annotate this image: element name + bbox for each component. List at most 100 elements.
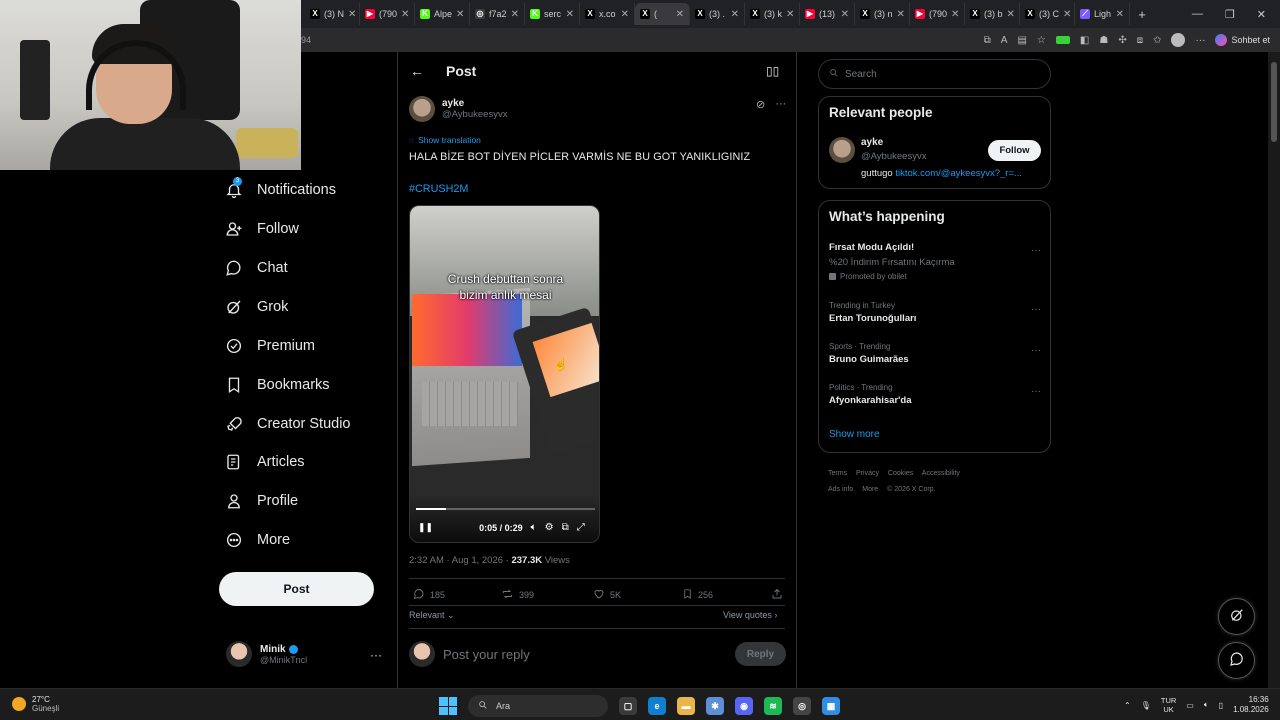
obs-icon[interactable]: ◎	[793, 697, 811, 715]
follow-button[interactable]: Follow	[988, 140, 1041, 161]
tab-close-icon[interactable]: ✕	[348, 9, 356, 20]
spotify-icon[interactable]: ≋	[764, 697, 782, 715]
discord-icon[interactable]: ◉	[735, 697, 753, 715]
task-view-icon[interactable]: ▢	[619, 697, 637, 715]
pip-icon[interactable]: ⧉	[562, 522, 569, 533]
new-tab-button[interactable]: +	[1130, 3, 1154, 25]
show-translation-link[interactable]: ◌ Show translation	[409, 135, 481, 145]
footer-ads-info[interactable]: Ads info	[828, 486, 853, 493]
nav-notifications[interactable]: 3 Notifications	[225, 177, 336, 199]
browser-tab[interactable]: X (✕	[635, 3, 690, 25]
tab-close-icon[interactable]: ✕	[731, 9, 739, 20]
account-switcher[interactable]: Minik @MinikTncl	[226, 641, 307, 667]
trend-item[interactable]: Politics · Trending Afyonkarahisar'da ··…	[829, 383, 1041, 406]
post-author[interactable]: ayke @Aybukeesyvx	[409, 96, 507, 122]
nav-creator-studio[interactable]: Creator Studio	[225, 415, 351, 433]
nav-follow[interactable]: Follow	[225, 220, 299, 238]
profile-avatar[interactable]	[1171, 33, 1186, 47]
browser-tab[interactable]: ⟋ Ligh ✕	[1075, 3, 1130, 25]
tab-close-icon[interactable]: ✕	[1007, 9, 1015, 20]
volume-icon[interactable]: 🔈︎	[531, 522, 537, 533]
tab-close-icon[interactable]: ✕	[951, 9, 959, 20]
reader-icon[interactable]: ▤	[1017, 35, 1026, 46]
app-blue-icon[interactable]: ▦	[822, 697, 840, 715]
browser-tab[interactable]: ▶ (790 ✕	[360, 3, 415, 25]
favorite-star-icon[interactable]: ☆	[1037, 35, 1046, 46]
browser-menu-icon[interactable]: ···	[1195, 35, 1205, 46]
post-more-icon[interactable]: ···	[775, 98, 786, 111]
favorites-icon[interactable]: ✩	[1153, 35, 1161, 46]
bookmark-action[interactable]: 256	[682, 588, 713, 602]
clock[interactable]: 16:36 1.08.2026	[1233, 695, 1269, 715]
windows-start-icon[interactable]	[439, 697, 457, 715]
reader-mode-icon[interactable]: ▯▯	[766, 64, 779, 78]
post-timestamp[interactable]: 2:32 AM · Aug 1, 2026 ·	[409, 555, 511, 566]
app-gear-icon[interactable]: ✱	[706, 697, 724, 715]
author-name[interactable]: ayke	[442, 98, 507, 109]
trend-more-icon[interactable]: ···	[1031, 386, 1041, 397]
taskbar-search[interactable]: Ara	[468, 695, 608, 717]
reply-button[interactable]: Reply	[735, 642, 786, 666]
grok-fab-button[interactable]	[1218, 598, 1255, 635]
network-icon[interactable]: ▭	[1186, 701, 1194, 710]
tab-close-icon[interactable]: ✕	[511, 9, 519, 20]
tab-close-icon[interactable]: ✕	[786, 9, 794, 20]
split-screen-icon[interactable]: ⧈	[1137, 35, 1143, 46]
extensions-puzzle-icon[interactable]: ✣	[1118, 35, 1126, 46]
tab-close-icon[interactable]: ✕	[676, 9, 684, 20]
messages-fab-button[interactable]	[1218, 642, 1255, 679]
volume-tray-icon[interactable]: 🔈︎	[1204, 700, 1209, 710]
browser-tab[interactable]: X (3) k ✕	[745, 3, 800, 25]
browser-tab[interactable]: K Alpe ✕	[415, 3, 470, 25]
tab-close-icon[interactable]: ✕	[1116, 9, 1124, 20]
bio-link[interactable]: tiktok.com/@aykeesyvx?_r=...	[895, 168, 1022, 179]
address-text[interactable]: 94	[301, 35, 311, 45]
browser-tab[interactable]: X (3) b ✕	[965, 3, 1020, 25]
footer-privacy[interactable]: Privacy	[856, 470, 879, 477]
search-input[interactable]: Search	[818, 59, 1051, 89]
nav-chat[interactable]: Chat	[225, 259, 288, 277]
tab-close-icon[interactable]: ✕	[1063, 9, 1071, 20]
trend-more-icon[interactable]: ···	[1031, 304, 1041, 315]
repost-action[interactable]: 399	[501, 588, 534, 602]
browser-tab[interactable]: ▶ (790 ✕	[910, 3, 965, 25]
tab-close-icon[interactable]: ✕	[456, 9, 464, 20]
reply-sort-dropdown[interactable]: Relevant ⌄	[409, 610, 455, 621]
tray-chevron-icon[interactable]: ⌃	[1124, 701, 1131, 710]
read-aloud-icon[interactable]: A	[1001, 35, 1008, 46]
video-player[interactable]: Crush debuttan sonra bizim anlık mesai ❚…	[409, 205, 600, 543]
reply-composer[interactable]: Post your reply	[409, 641, 530, 667]
extension-dark-icon[interactable]: ◧	[1080, 35, 1089, 46]
page-scrollbar[interactable]	[1268, 52, 1280, 688]
browser-tab[interactable]: ▶ (13) ✕	[800, 3, 855, 25]
nav-profile[interactable]: Profile	[225, 492, 298, 510]
nav-more[interactable]: More	[225, 531, 290, 549]
weather-widget[interactable]: 27°C Güneşli	[12, 695, 59, 713]
grok-explain-icon[interactable]: ⊘	[756, 98, 765, 111]
settings-icon[interactable]: ⚙︎	[545, 522, 554, 533]
battery-icon[interactable]: ▯	[1219, 701, 1223, 710]
microphone-icon[interactable]: 🎙︎	[1141, 701, 1151, 710]
footer-more[interactable]: More	[862, 486, 878, 493]
tab-close-icon[interactable]: ✕	[841, 9, 849, 20]
browser-tab[interactable]: X (3) N ✕	[305, 3, 360, 25]
tab-close-icon[interactable]: ✕	[897, 9, 905, 20]
close-window-icon[interactable]: ✕	[1257, 8, 1266, 21]
footer-cookies[interactable]: Cookies	[888, 470, 913, 477]
back-arrow-icon[interactable]: ←	[410, 63, 424, 79]
trend-item[interactable]: Trending in Turkey Ertan Torunoğulları ·…	[829, 301, 1041, 324]
browser-tab[interactable]: X (3) . ✕	[690, 3, 745, 25]
minimize-icon[interactable]: —	[1192, 8, 1203, 21]
relevant-person-name[interactable]: ayke	[861, 137, 883, 148]
reply-input[interactable]: Post your reply	[443, 647, 530, 662]
extension-cat-icon[interactable]: ☗	[1099, 35, 1108, 46]
relevant-person-avatar[interactable]	[829, 137, 855, 163]
browser-tab[interactable]: X (3) C ✕	[1020, 3, 1075, 25]
fullscreen-icon[interactable]: ⤢	[577, 522, 585, 533]
copilot-chat-button[interactable]: Sohbet et	[1215, 34, 1270, 46]
browser-tab[interactable]: ◎ f7a2 ✕	[470, 3, 525, 25]
browser-tab[interactable]: X (3) n ✕	[855, 3, 910, 25]
extension-green-icon[interactable]	[1055, 36, 1070, 44]
nav-premium[interactable]: Premium	[225, 337, 315, 355]
like-action[interactable]: 5K	[593, 588, 621, 602]
